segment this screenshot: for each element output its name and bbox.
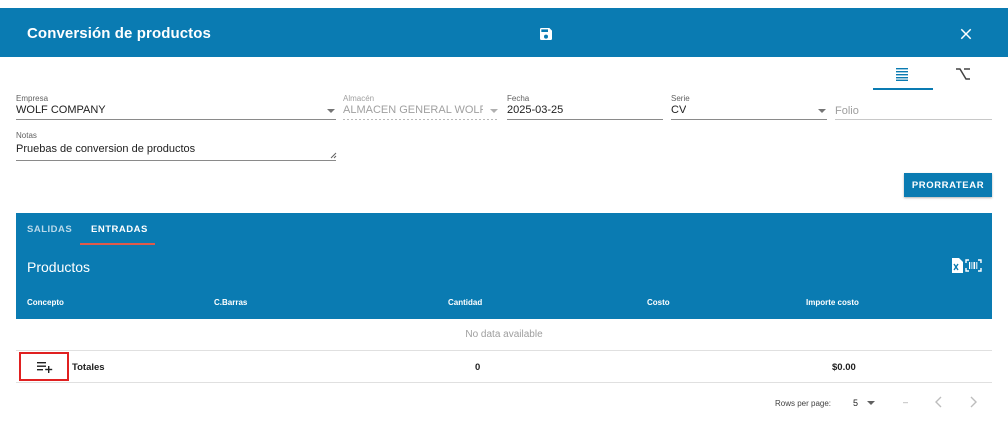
empresa-value: WOLF COMPANY (16, 104, 106, 116)
products-panel: SALIDAS ENTRADAS Productos Concepto C.Ba… (16, 213, 992, 319)
dialog-title: Conversión de productos (27, 25, 211, 42)
list-icon (896, 68, 908, 81)
empresa-field[interactable]: Empresa WOLF COMPANY (16, 94, 336, 120)
option-icon (956, 68, 970, 80)
almacen-label: Almacén (343, 94, 375, 103)
rows-per-page-dropdown-icon[interactable] (867, 401, 875, 405)
empresa-dropdown-icon[interactable] (327, 109, 335, 113)
notas-field[interactable]: Notas Pruebas de conversion de productos (16, 131, 337, 161)
page-range: – (903, 397, 909, 407)
notas-label: Notas (16, 131, 37, 140)
column-cbarras[interactable]: C.Barras (214, 298, 247, 307)
playlist-add-icon (37, 362, 53, 373)
totals-cantidad: 0 (475, 362, 481, 373)
chevron-right-icon[interactable] (968, 396, 978, 408)
serie-field[interactable]: Serie CV (671, 94, 827, 120)
table-row-empty: No data available (16, 319, 992, 351)
view-tab-option[interactable] (933, 62, 993, 90)
serie-underline (671, 119, 827, 120)
folio-placeholder: Folio (835, 105, 859, 117)
totals-label: Totales (72, 362, 105, 373)
table-row-totals: Totales 0 $0.00 (16, 351, 992, 383)
column-cantidad[interactable]: Cantidad (448, 298, 482, 307)
column-concepto[interactable]: Concepto (27, 298, 64, 307)
chevron-left-icon[interactable] (934, 396, 944, 408)
panel-title: Productos (27, 259, 91, 275)
prorratear-button[interactable]: PRORRATEAR (904, 173, 992, 197)
add-item-button[interactable] (19, 352, 69, 381)
serie-value: CV (671, 104, 687, 116)
serie-dropdown-icon[interactable] (818, 109, 826, 113)
save-icon[interactable] (538, 26, 554, 42)
column-costo[interactable]: Costo (647, 298, 670, 307)
fecha-field[interactable]: Fecha 2025-03-25 (507, 94, 663, 120)
column-importe-costo[interactable]: Importe costo (806, 298, 859, 307)
empresa-underline (16, 119, 336, 120)
barcode-scan-icon[interactable] (965, 259, 982, 272)
fecha-underline (507, 119, 663, 120)
tab-salidas[interactable]: SALIDAS (27, 224, 72, 235)
view-tab-list[interactable] (873, 62, 933, 90)
pagination-footer: Rows per page: 5 – (16, 390, 992, 416)
folio-underline (835, 119, 992, 120)
notas-underline (16, 160, 336, 161)
almacen-field: Almacén ALMACEN GENERAL WOLF C (343, 94, 499, 120)
fecha-value: 2025-03-25 (507, 104, 564, 116)
excel-icon[interactable] (951, 258, 963, 273)
totals-importe: $0.00 (832, 362, 856, 373)
notas-value: Pruebas de conversion de productos (16, 143, 196, 155)
panel-actions (951, 258, 983, 274)
rows-per-page-label: Rows per page: (775, 399, 832, 408)
empresa-label: Empresa (16, 94, 49, 103)
serie-label: Serie (671, 94, 690, 103)
fecha-label: Fecha (507, 94, 530, 103)
almacen-underline (343, 119, 499, 120)
dialog-header: Conversión de productos (0, 8, 1008, 57)
top-strip (0, 0, 1008, 8)
almacen-dropdown-icon (490, 109, 498, 113)
almacen-value: ALMACEN GENERAL WOLF C (343, 104, 483, 116)
resize-handle-icon[interactable] (330, 152, 337, 159)
panel-tabs: SALIDAS ENTRADAS (16, 213, 992, 245)
tab-entradas[interactable]: ENTRADAS (91, 224, 148, 235)
close-icon[interactable] (957, 25, 975, 43)
rows-per-page-select[interactable]: 5 (853, 398, 858, 408)
folio-field[interactable]: Folio (835, 94, 992, 120)
no-data-text: No data available (465, 329, 543, 340)
active-tab-indicator (80, 243, 155, 245)
